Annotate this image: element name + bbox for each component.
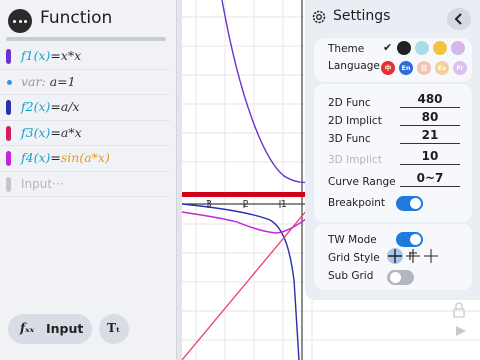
function-item-f2[interactable]: f2(x)=a/x	[0, 95, 170, 121]
grid-style-double-icon[interactable]	[405, 248, 421, 264]
color-swatch	[6, 176, 11, 192]
function-item-f1[interactable]: f1(x)=x*x	[0, 44, 170, 70]
implicit-2d-input[interactable]: 80	[400, 110, 460, 126]
function-name: f2(x)	[21, 99, 51, 114]
theme-option-dark[interactable]	[397, 41, 411, 55]
check-icon: ✔	[383, 41, 393, 54]
function-list: f1(x)=x*x var: a=1 f2(x)=a/x f3(x)=a*x f…	[0, 44, 170, 197]
display-card: TW Mode Grid Style Sub Grid	[314, 224, 472, 290]
theme-option-cyan[interactable]	[415, 41, 429, 55]
collapse-settings-button[interactable]	[447, 8, 471, 30]
grid-style-thin-icon[interactable]	[423, 248, 439, 264]
function-expression[interactable]: f1(x)=x*x	[21, 48, 81, 63]
theme-option-purple[interactable]	[451, 41, 465, 55]
lock-icon[interactable]	[453, 302, 465, 318]
function-item-f4[interactable]: f4(x)=sin(a*x)	[0, 146, 170, 172]
implicit-3d-label: 3D Implict	[328, 154, 382, 166]
function-body: a*x	[60, 124, 82, 140]
dot-icon	[18, 20, 22, 23]
breakpoint-label: Breakpoint	[328, 197, 386, 209]
function-body: x*x	[60, 48, 82, 63]
toggle-knob	[410, 198, 421, 209]
function-panel-header: Function	[0, 0, 176, 42]
x-tick-label: -3	[202, 199, 212, 210]
implicit-3d-input[interactable]: 10	[400, 149, 460, 165]
equals-sign: =	[50, 48, 61, 63]
grid-style-label: Grid Style	[328, 252, 380, 264]
curve-range-input[interactable]: 0~7	[400, 171, 460, 187]
toggle-knob	[410, 234, 421, 245]
more-menu-button[interactable]	[8, 9, 32, 33]
variable-expression[interactable]: var: a=1	[21, 74, 76, 89]
sub-grid-label: Sub Grid	[328, 270, 374, 282]
settings-panel: Settings Theme ✔ Language 中 En 日 Es Fr 2…	[305, 0, 480, 300]
x-tick-label: -1	[277, 199, 287, 210]
function-item-f3[interactable]: f3(x)=a*x	[0, 121, 170, 146]
language-label: Language	[328, 60, 380, 72]
theme-option-yellow[interactable]	[433, 41, 447, 55]
color-swatch[interactable]	[6, 125, 11, 141]
function-expression[interactable]: f2(x)=a/x	[21, 99, 80, 114]
equals-sign: =	[50, 124, 61, 140]
function-glyph-icon: fₓₓ	[20, 321, 35, 335]
tw-mode-toggle[interactable]	[396, 232, 423, 247]
text-glyph-icon: Tₜ	[107, 321, 121, 335]
function-body: sin(a*x)	[60, 150, 110, 165]
input-button[interactable]: fₓₓ Input	[8, 314, 92, 344]
color-swatch[interactable]	[6, 49, 11, 64]
func-2d-input[interactable]: 480	[400, 92, 460, 108]
function-name: f3(x)	[21, 124, 51, 140]
language-option-zh[interactable]: 中	[381, 61, 395, 75]
sub-grid-toggle[interactable]	[387, 270, 414, 285]
gear-icon	[312, 10, 326, 24]
input-placeholder[interactable]: Input···	[21, 177, 64, 191]
dot-icon	[24, 20, 27, 23]
x-tick-label: -2	[239, 199, 249, 210]
language-option-fr[interactable]: Fr	[453, 61, 467, 75]
toggle-knob	[390, 272, 401, 283]
appearance-card: Theme ✔ Language 中 En 日 Es Fr	[314, 38, 472, 82]
function-name: f4(x)	[21, 150, 51, 165]
theme-label: Theme	[328, 43, 365, 55]
equals-sign: =	[50, 150, 61, 165]
variable-prefix: var:	[21, 73, 46, 89]
chevron-left-icon	[454, 13, 462, 25]
play-icon[interactable]	[456, 326, 466, 336]
text-button[interactable]: Tₜ	[99, 314, 129, 344]
precision-card: 2D Func 480 2D Implict 80 3D Func 21 3D …	[314, 84, 472, 222]
tw-mode-label: TW Mode	[328, 234, 377, 246]
language-option-en[interactable]: En	[399, 61, 413, 75]
func-3d-label: 3D Func	[328, 133, 371, 145]
function-expression[interactable]: f4(x)=sin(a*x)	[21, 150, 110, 165]
variable-body: a=1	[49, 73, 76, 89]
func-3d-input[interactable]: 21	[400, 128, 460, 144]
color-swatch[interactable]	[6, 151, 11, 166]
dot-icon	[13, 20, 16, 23]
input-button-label: Input	[46, 321, 84, 336]
new-function-input[interactable]: Input···	[0, 172, 170, 197]
language-option-ja[interactable]: 日	[417, 61, 431, 75]
function-expression[interactable]: f3(x)=a*x	[21, 125, 82, 140]
function-body: a/x	[60, 99, 80, 114]
language-option-es[interactable]: Es	[435, 61, 449, 75]
implicit-2d-label: 2D Implict	[328, 115, 382, 127]
function-name: f1(x)	[21, 48, 51, 63]
color-swatch[interactable]	[6, 100, 11, 115]
variable-dot-icon	[7, 79, 12, 85]
function-panel: Function f1(x)=x*x var: a=1 f2(x)=a/x f3…	[0, 0, 176, 360]
settings-header: Settings	[305, 0, 480, 34]
curve-range-label: Curve Range	[328, 176, 396, 188]
func-2d-label: 2D Func	[328, 97, 371, 109]
settings-title: Settings	[333, 8, 391, 24]
breakpoint-toggle[interactable]	[396, 196, 423, 211]
grid-style-plain-icon[interactable]	[387, 248, 403, 264]
breakpoint-line	[182, 192, 307, 197]
variable-item-a[interactable]: var: a=1	[0, 70, 170, 95]
panel-title: Function	[40, 8, 113, 28]
header-divider	[6, 37, 166, 41]
equals-sign: =	[50, 99, 61, 114]
